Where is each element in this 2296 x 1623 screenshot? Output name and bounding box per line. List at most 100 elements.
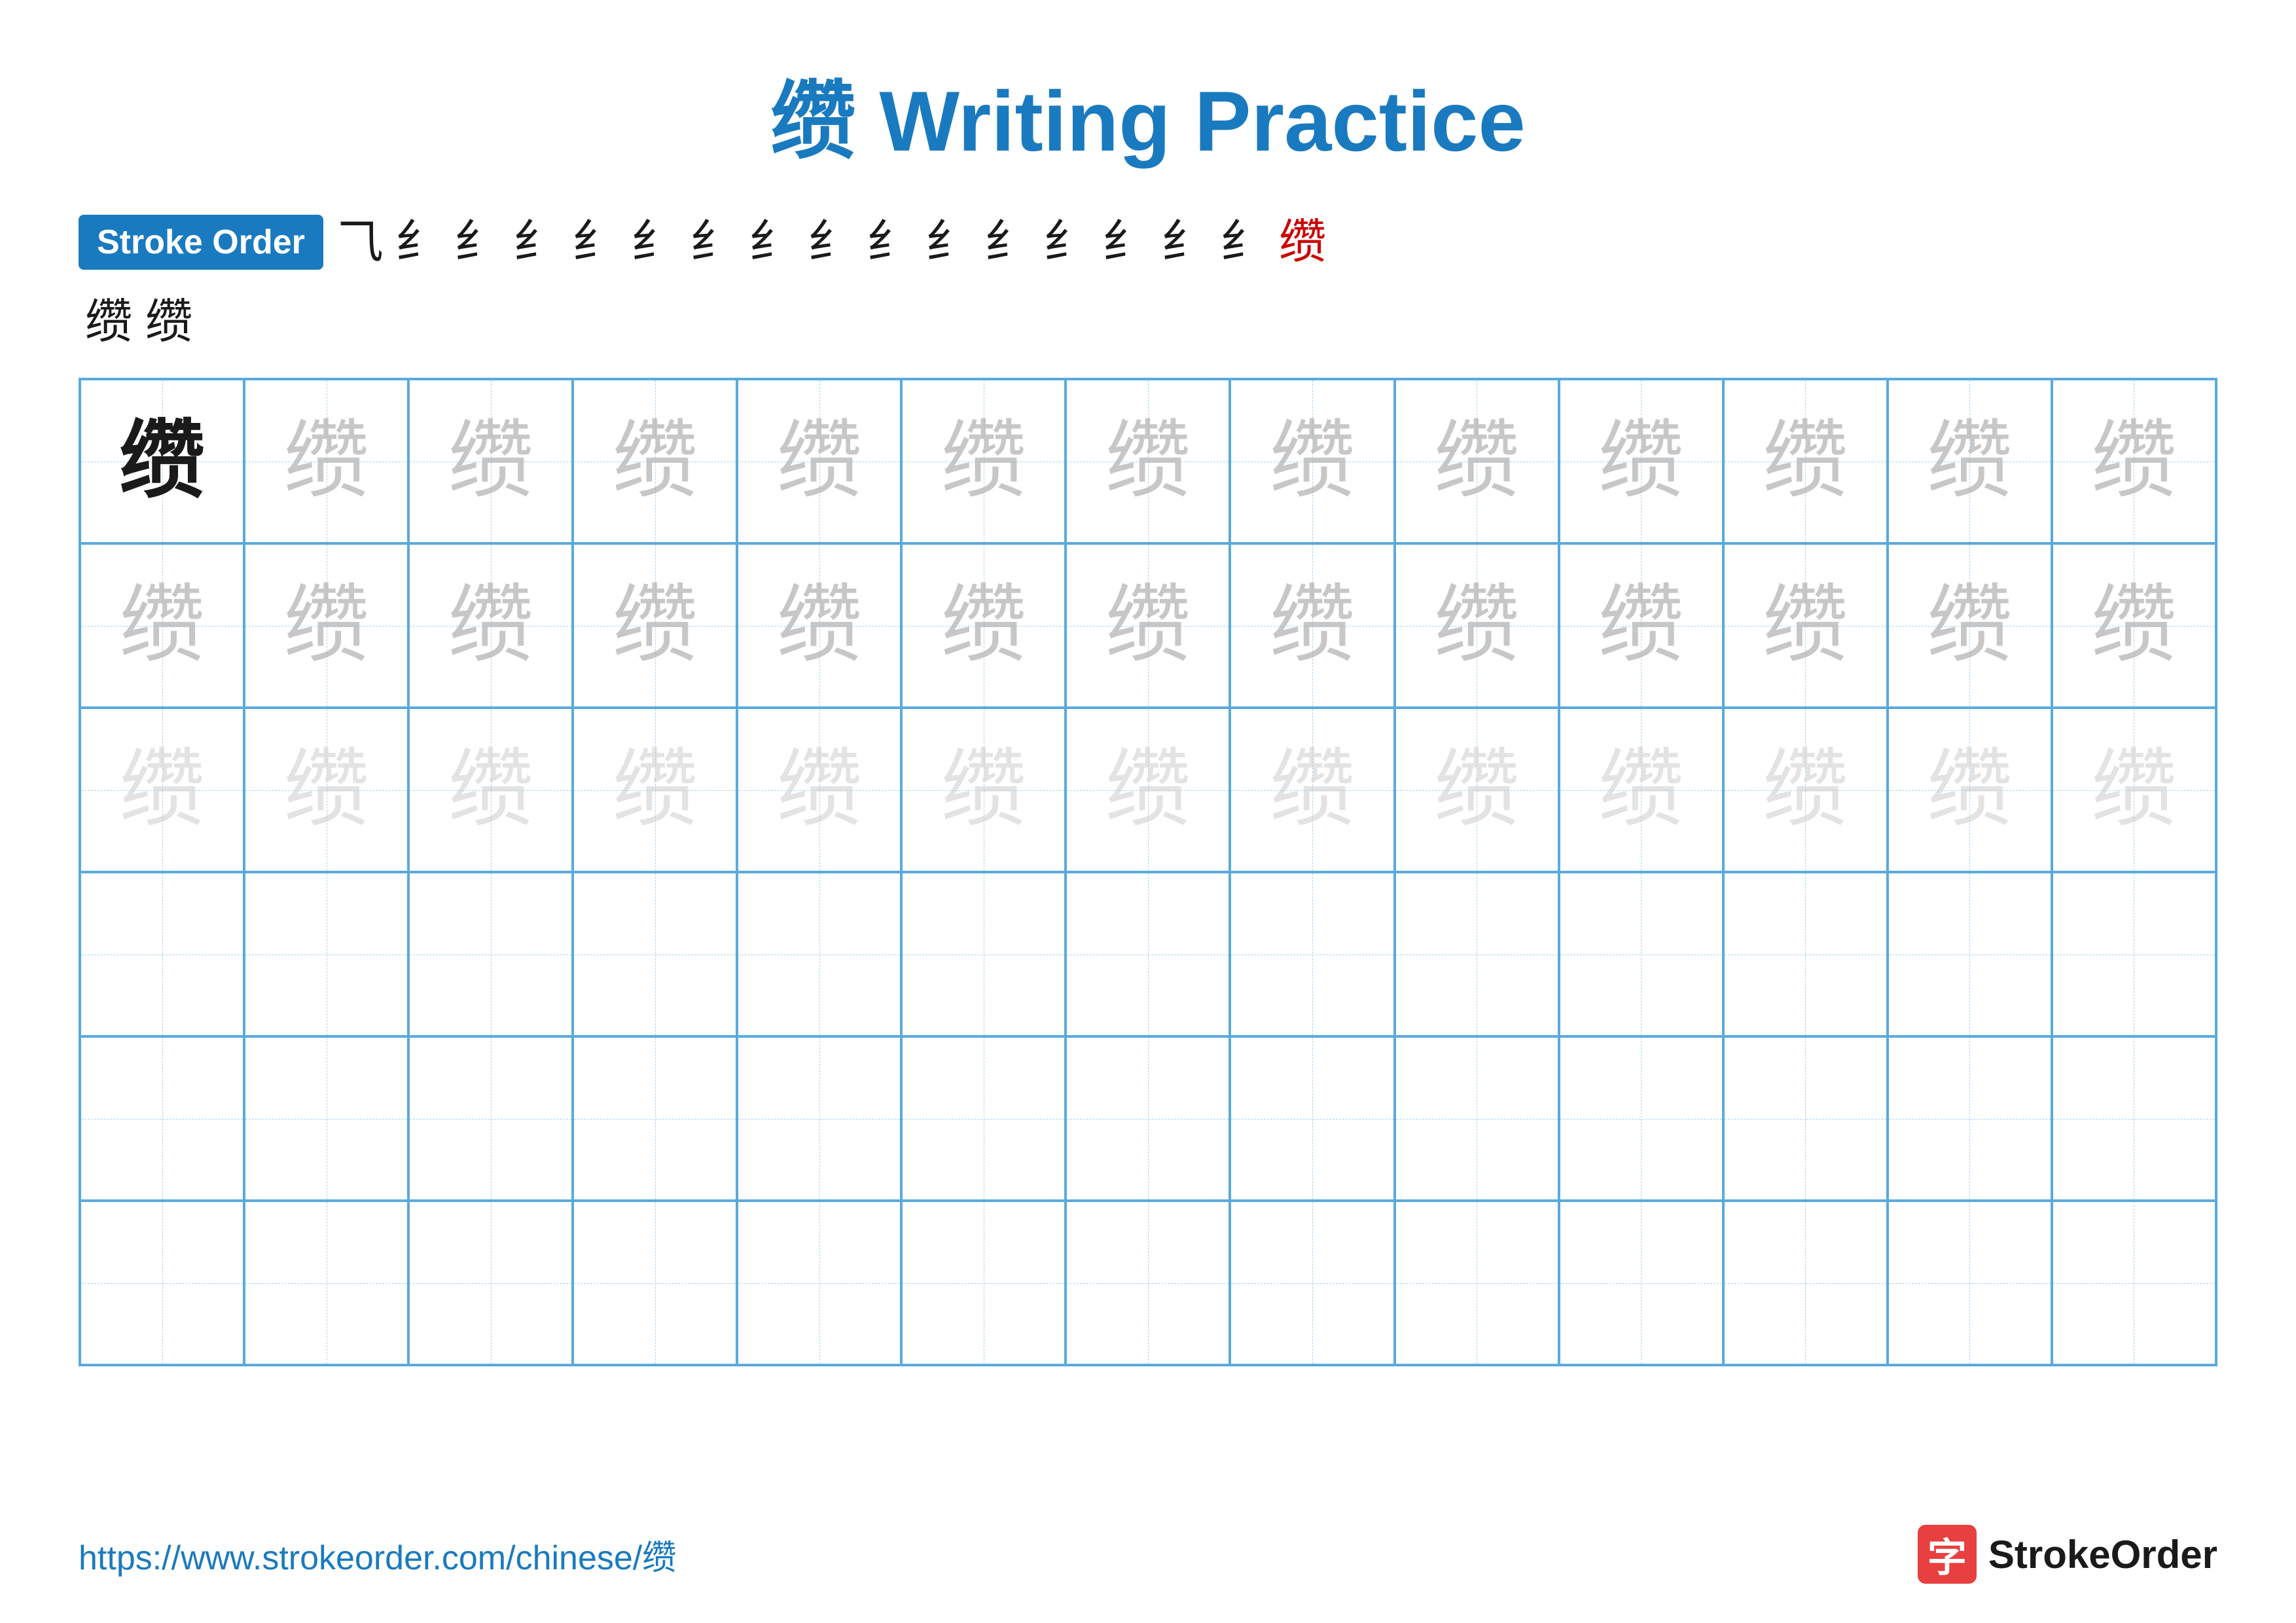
grid-cell-5-1[interactable]: [80, 1036, 244, 1201]
grid-cell-1-10[interactable]: 缵: [1559, 379, 1723, 543]
grid-cell-6-6[interactable]: [901, 1201, 1066, 1365]
stroke-8: 纟: [749, 219, 796, 266]
practice-char-ghost: 缵: [1763, 748, 1848, 833]
grid-cell-3-6[interactable]: 缵: [901, 708, 1066, 872]
practice-char-guide: 缵: [120, 583, 205, 668]
grid-cell-2-9[interactable]: 缵: [1395, 543, 1559, 708]
logo-text: StrokeOrder: [1988, 1532, 2217, 1577]
grid-cell-6-9[interactable]: [1395, 1201, 1559, 1365]
grid-cell-4-10[interactable]: [1559, 872, 1723, 1036]
grid-cell-3-3[interactable]: 缵: [408, 708, 573, 872]
practice-char-guide: 缵: [1763, 419, 1848, 504]
stroke-14: 纟: [1102, 219, 1149, 266]
grid-cell-6-10[interactable]: [1559, 1201, 1723, 1365]
grid-cell-4-2[interactable]: [244, 872, 408, 1036]
grid-cell-1-4[interactable]: 缵: [573, 379, 737, 543]
practice-char-guide: 缵: [1598, 583, 1683, 668]
grid-cell-3-8[interactable]: 缵: [1230, 708, 1394, 872]
grid-cell-6-5[interactable]: [737, 1201, 901, 1365]
stroke-1: ⺄: [336, 219, 384, 266]
grid-cell-4-9[interactable]: [1395, 872, 1559, 1036]
grid-cell-2-2[interactable]: 缵: [244, 543, 408, 708]
grid-cell-2-6[interactable]: 缵: [901, 543, 1066, 708]
grid-cell-1-6[interactable]: 缵: [901, 379, 1066, 543]
grid-cell-6-13[interactable]: [2052, 1201, 2216, 1365]
title-chinese-char: 缵: [770, 73, 855, 169]
grid-cell-4-1[interactable]: [80, 872, 244, 1036]
overflow-stroke-2: 缵: [145, 283, 192, 352]
grid-cell-5-2[interactable]: [244, 1036, 408, 1201]
grid-cell-5-11[interactable]: [1723, 1036, 1888, 1201]
grid-cell-2-10[interactable]: 缵: [1559, 543, 1723, 708]
footer-url[interactable]: https://www.strokeorder.com/chinese/缵: [79, 1530, 676, 1579]
grid-cell-3-11[interactable]: 缵: [1723, 708, 1888, 872]
practice-char-guide: 缵: [1434, 583, 1519, 668]
grid-cell-5-12[interactable]: [1888, 1036, 2052, 1201]
practice-char-ghost: 缵: [284, 748, 369, 833]
grid-cell-6-11[interactable]: [1723, 1201, 1888, 1365]
grid-cell-5-9[interactable]: [1395, 1036, 1559, 1201]
grid-cell-5-4[interactable]: [573, 1036, 737, 1201]
grid-cell-1-3[interactable]: 缵: [408, 379, 573, 543]
grid-cell-3-2[interactable]: 缵: [244, 708, 408, 872]
grid-cell-3-7[interactable]: 缵: [1066, 708, 1230, 872]
grid-cell-3-12[interactable]: 缵: [1888, 708, 2052, 872]
grid-cell-5-3[interactable]: [408, 1036, 573, 1201]
practice-char-guide: 缵: [777, 419, 862, 504]
grid-cell-1-8[interactable]: 缵: [1230, 379, 1394, 543]
grid-cell-4-4[interactable]: [573, 872, 737, 1036]
grid-cell-2-13[interactable]: 缵: [2052, 543, 2216, 708]
grid-cell-4-5[interactable]: [737, 872, 901, 1036]
grid-cell-2-7[interactable]: 缵: [1066, 543, 1230, 708]
grid-cell-4-11[interactable]: [1723, 872, 1888, 1036]
grid-cell-4-7[interactable]: [1066, 872, 1230, 1036]
grid-cell-3-4[interactable]: 缵: [573, 708, 737, 872]
grid-cell-6-12[interactable]: [1888, 1201, 2052, 1365]
grid-cell-2-4[interactable]: 缵: [573, 543, 737, 708]
grid-cell-5-5[interactable]: [737, 1036, 901, 1201]
grid-cell-3-5[interactable]: 缵: [737, 708, 901, 872]
grid-cell-1-2[interactable]: 缵: [244, 379, 408, 543]
grid-cell-4-12[interactable]: [1888, 872, 2052, 1036]
grid-cell-6-7[interactable]: [1066, 1201, 1230, 1365]
practice-char-ghost: 缵: [120, 748, 205, 833]
grid-cell-6-3[interactable]: [408, 1201, 573, 1365]
grid-cell-1-9[interactable]: 缵: [1395, 379, 1559, 543]
grid-cell-5-6[interactable]: [901, 1036, 1066, 1201]
grid-cell-1-11[interactable]: 缵: [1723, 379, 1888, 543]
grid-cell-3-1[interactable]: 缵: [80, 708, 244, 872]
practice-char-ghost: 缵: [941, 748, 1026, 833]
grid-cell-5-10[interactable]: [1559, 1036, 1723, 1201]
practice-char-guide: 缵: [1270, 583, 1355, 668]
grid-cell-5-7[interactable]: [1066, 1036, 1230, 1201]
grid-cell-3-9[interactable]: 缵: [1395, 708, 1559, 872]
grid-cell-3-10[interactable]: 缵: [1559, 708, 1723, 872]
grid-cell-2-3[interactable]: 缵: [408, 543, 573, 708]
grid-cell-4-6[interactable]: [901, 872, 1066, 1036]
grid-cell-3-13[interactable]: 缵: [2052, 708, 2216, 872]
grid-cell-2-12[interactable]: 缵: [1888, 543, 2052, 708]
practice-char-guide: 缵: [448, 419, 533, 504]
grid-cell-6-4[interactable]: [573, 1201, 737, 1365]
grid-cell-2-5[interactable]: 缵: [737, 543, 901, 708]
grid-row-3: 缵 缵 缵 缵 缵 缵 缵 缵 缵 缵 缵 缵 缵: [80, 708, 2216, 872]
grid-cell-1-1[interactable]: 缵: [80, 379, 244, 543]
grid-cell-6-1[interactable]: [80, 1201, 244, 1365]
grid-cell-6-2[interactable]: [244, 1201, 408, 1365]
grid-cell-1-7[interactable]: 缵: [1066, 379, 1230, 543]
grid-cell-1-5[interactable]: 缵: [737, 379, 901, 543]
grid-cell-2-1[interactable]: 缵: [80, 543, 244, 708]
grid-cell-2-8[interactable]: 缵: [1230, 543, 1394, 708]
grid-cell-1-13[interactable]: 缵: [2052, 379, 2216, 543]
grid-cell-2-11[interactable]: 缵: [1723, 543, 1888, 708]
practice-char-guide: 缵: [777, 583, 862, 668]
grid-cell-4-13[interactable]: [2052, 872, 2216, 1036]
grid-cell-4-8[interactable]: [1230, 872, 1394, 1036]
grid-cell-6-8[interactable]: [1230, 1201, 1394, 1365]
grid-cell-5-13[interactable]: [2052, 1036, 2216, 1201]
grid-cell-1-12[interactable]: 缵: [1888, 379, 2052, 543]
grid-cell-5-8[interactable]: [1230, 1036, 1394, 1201]
grid-cell-4-3[interactable]: [408, 872, 573, 1036]
practice-char-ghost: 缵: [613, 748, 698, 833]
practice-char-dark: 缵: [120, 419, 205, 504]
